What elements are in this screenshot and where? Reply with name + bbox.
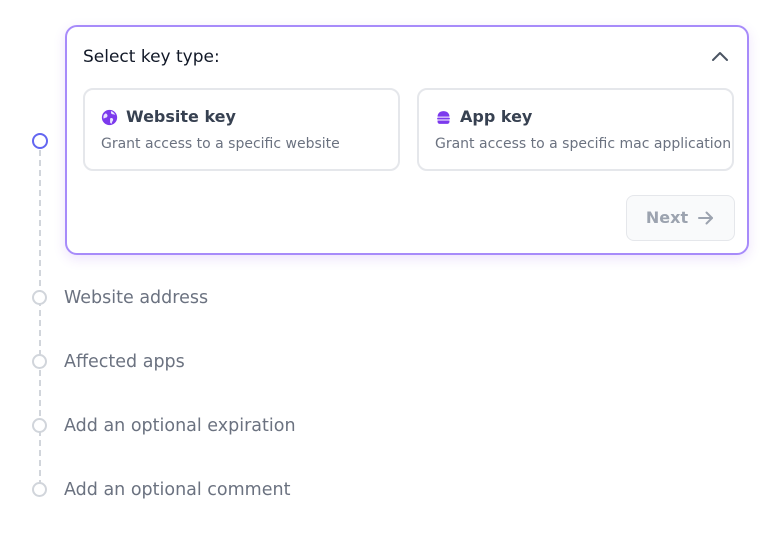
step-website-address: Website address bbox=[64, 288, 209, 308]
app-stack-icon bbox=[437, 111, 450, 124]
step-dot bbox=[32, 290, 47, 305]
step-dot bbox=[32, 482, 47, 497]
website-key-description: Grant access to a specific website bbox=[101, 136, 340, 152]
next-label: Next bbox=[645, 208, 689, 227]
step-optional-expiration: Add an optional expiration bbox=[64, 416, 296, 436]
page: Select key type: Website key Grant acces… bbox=[0, 0, 768, 550]
app-key-option[interactable]: App key Grant access to a specific mac a… bbox=[417, 88, 734, 171]
card-title: Select key type: bbox=[83, 47, 220, 67]
step-dot bbox=[32, 354, 47, 369]
arrow-right-icon bbox=[698, 211, 714, 225]
website-key-option[interactable]: Website key Grant access to a specific w… bbox=[83, 88, 400, 171]
website-key-title: Website key bbox=[126, 107, 236, 126]
step-affected-apps: Affected apps bbox=[64, 352, 185, 372]
app-key-description: Grant access to a specific mac applicati… bbox=[435, 136, 732, 152]
step-dot-active bbox=[32, 133, 48, 149]
chevron-up-icon[interactable] bbox=[710, 48, 730, 64]
key-type-card: Select key type: Website key Grant acces… bbox=[65, 25, 749, 255]
step-dot bbox=[32, 418, 47, 433]
timeline-connector bbox=[39, 150, 41, 486]
step-optional-comment: Add an optional comment bbox=[64, 480, 291, 500]
next-button[interactable]: Next bbox=[626, 195, 735, 241]
globe-icon bbox=[101, 109, 118, 126]
app-key-title: App key bbox=[460, 107, 533, 126]
